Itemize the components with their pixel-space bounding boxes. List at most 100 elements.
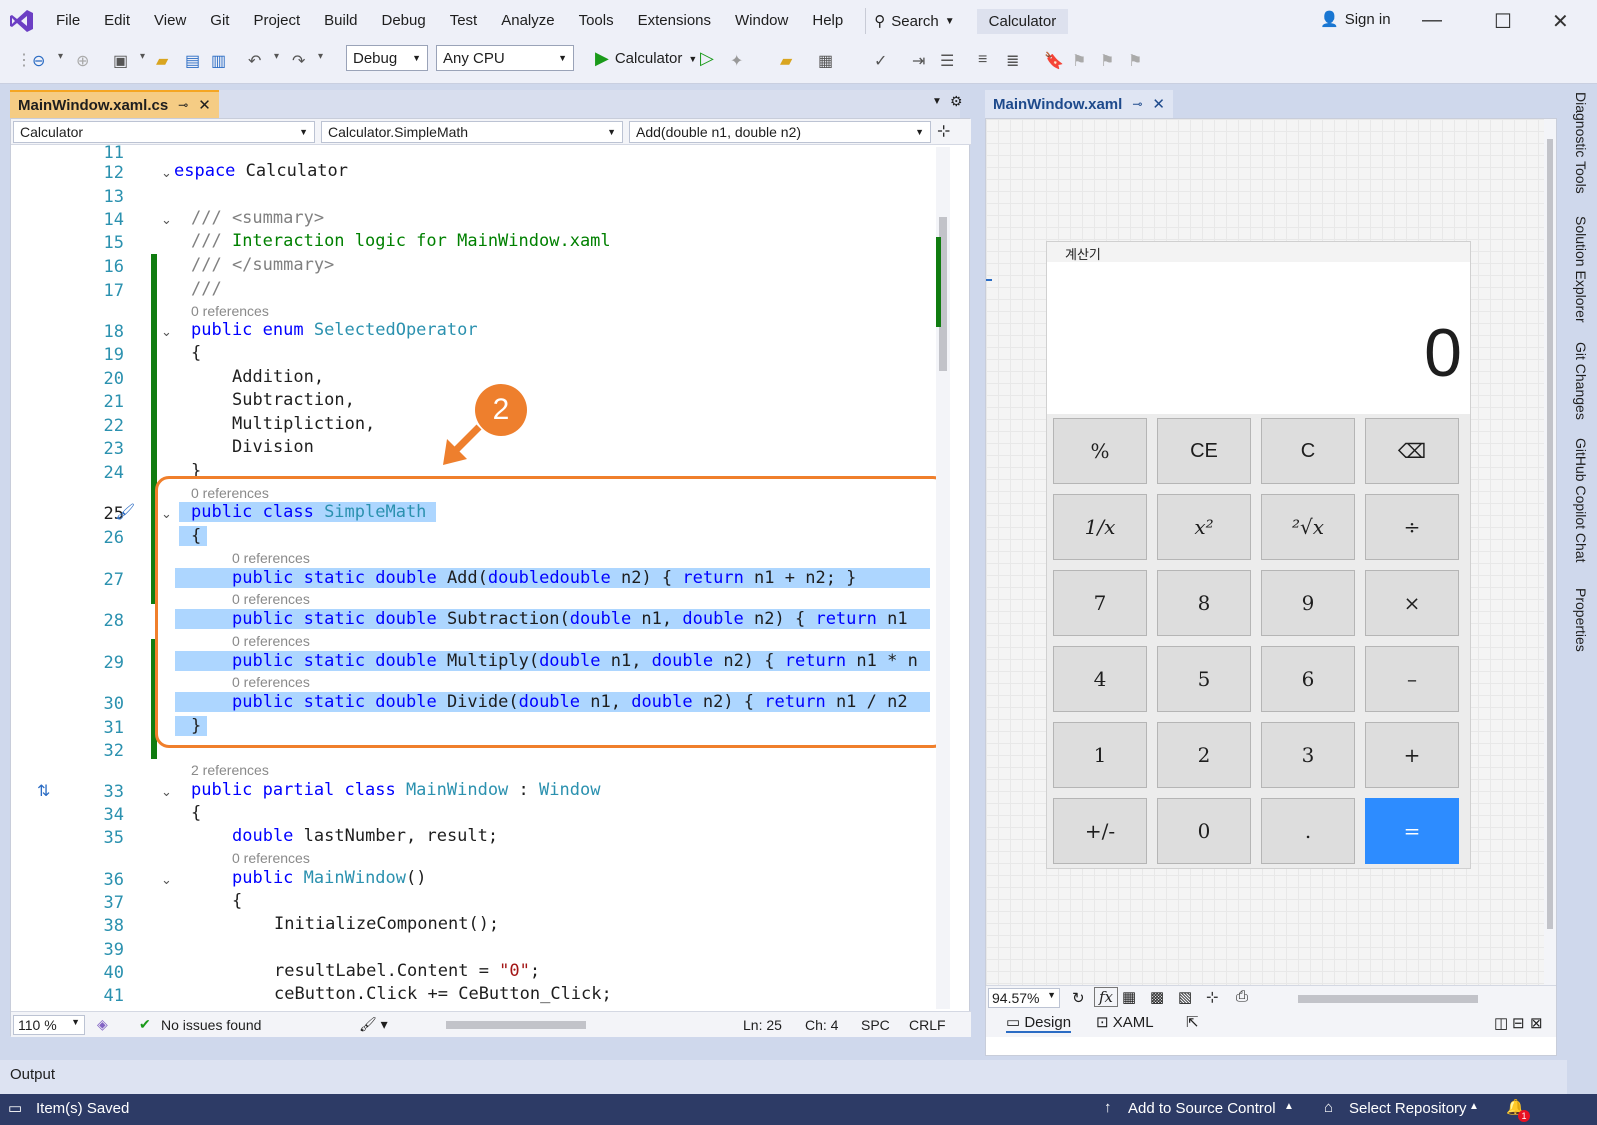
pin-icon[interactable]: ⊸: [178, 98, 188, 112]
scrollbar-thumb[interactable]: [1298, 995, 1478, 1003]
scrollbar-thumb[interactable]: [446, 1021, 586, 1029]
hot-reload-icon[interactable]: ✦: [730, 51, 743, 71]
menu-project[interactable]: Project: [241, 0, 312, 42]
split-vertical-icon[interactable]: ◫: [1494, 1014, 1508, 1032]
decimal-button[interactable]: .: [1261, 798, 1355, 864]
digit-6-button[interactable]: 6: [1261, 646, 1355, 712]
multiply-button[interactable]: ×: [1365, 570, 1459, 636]
reciprocal-button[interactable]: 1/x: [1053, 494, 1147, 560]
fold-icon[interactable]: ⌄: [161, 872, 172, 888]
tab-design[interactable]: ▭ Design: [1006, 1013, 1072, 1033]
square-root-button[interactable]: ²√x: [1261, 494, 1355, 560]
menu-window[interactable]: Window: [723, 0, 800, 42]
chevron-down-icon[interactable]: ▾: [140, 51, 145, 62]
rail-github-copilot-chat[interactable]: GitHub Copilot Chat: [1573, 438, 1589, 563]
start-debugging-button[interactable]: ▶ Calculator ▼: [595, 48, 697, 69]
save-all-icon[interactable]: ▥: [211, 51, 226, 71]
select-repository-button[interactable]: Select Repository: [1349, 1100, 1467, 1117]
implementation-icon[interactable]: ⇅: [37, 781, 50, 801]
visual-studio-logo-icon[interactable]: [0, 0, 44, 42]
output-tab[interactable]: Output: [10, 1066, 55, 1083]
fold-icon[interactable]: ⌄: [161, 165, 172, 181]
rail-properties[interactable]: Properties: [1573, 588, 1589, 652]
layout-icon[interactable]: ▦: [818, 51, 833, 71]
sign-in-button[interactable]: 👤 Sign in: [1320, 10, 1391, 29]
digit-4-button[interactable]: 4: [1053, 646, 1147, 712]
percent-button[interactable]: %: [1053, 418, 1147, 484]
refresh-icon[interactable]: ↻: [1072, 989, 1085, 1007]
negate-button[interactable]: +/-: [1053, 798, 1147, 864]
menu-tools[interactable]: Tools: [567, 0, 626, 42]
digit-1-button[interactable]: 1: [1053, 722, 1147, 788]
zoom-select[interactable]: 110 % ▼: [13, 1015, 85, 1035]
redo-icon[interactable]: ↷: [292, 51, 305, 71]
divide-button[interactable]: ÷: [1365, 494, 1459, 560]
chevron-down-icon[interactable]: ▾: [318, 51, 323, 62]
rail-solution-explorer[interactable]: Solution Explorer: [1573, 216, 1589, 323]
forward-icon[interactable]: ⊕: [76, 51, 89, 71]
codelens-references[interactable]: 0 references: [191, 303, 269, 319]
uncomment-icon[interactable]: ≣: [1006, 51, 1019, 71]
menu-edit[interactable]: Edit: [92, 0, 142, 42]
code-editor[interactable]: Calculator ▼ Calculator.SimpleMath ▼ Add…: [10, 118, 971, 1037]
designer-horizontal-scrollbar[interactable]: [1268, 994, 1518, 1004]
popout-icon[interactable]: ⇱: [1186, 1013, 1199, 1031]
spell-check-icon[interactable]: ✓: [874, 51, 887, 71]
close-icon[interactable]: ✕: [1552, 9, 1569, 34]
menu-debug[interactable]: Debug: [370, 0, 438, 42]
bookmark-prev-icon[interactable]: ⚑: [1072, 51, 1086, 71]
minimize-icon[interactable]: —: [1422, 9, 1442, 32]
chevron-down-icon[interactable]: ▾: [274, 51, 279, 62]
close-icon[interactable]: ✕: [198, 96, 211, 114]
gear-icon[interactable]: ⚙: [950, 93, 963, 110]
scrollbar-thumb[interactable]: [1547, 139, 1553, 929]
platform-select[interactable]: Any CPU ▼: [436, 45, 574, 71]
digit-5-button[interactable]: 5: [1157, 646, 1251, 712]
digit-7-button[interactable]: 7: [1053, 570, 1147, 636]
digit-9-button[interactable]: 9: [1261, 570, 1355, 636]
equals-button[interactable]: =: [1365, 798, 1459, 864]
project-dropdown[interactable]: Calculator ▼: [13, 121, 315, 143]
back-icon[interactable]: ⊖: [32, 51, 45, 71]
artboard-icon[interactable]: ▧: [1178, 988, 1192, 1006]
configuration-select[interactable]: Debug ▼: [346, 45, 428, 71]
grid-icon[interactable]: ▦: [1122, 988, 1136, 1006]
tab-xaml[interactable]: ⊡ XAML: [1096, 1013, 1154, 1031]
search-button[interactable]: ⚲ Search ▼: [865, 8, 962, 34]
device-icon[interactable]: ⎙: [1236, 988, 1248, 1005]
menu-file[interactable]: File: [44, 0, 92, 42]
snap-grid-icon[interactable]: ▩: [1150, 988, 1164, 1006]
bookmark-icon[interactable]: 🔖: [1044, 51, 1064, 71]
tab-mainwindow-xaml-cs[interactable]: MainWindow.xaml.cs ⊸ ✕: [10, 90, 219, 118]
subtract-button[interactable]: –: [1365, 646, 1459, 712]
member-dropdown[interactable]: Add(double n1, double n2) ▼: [629, 121, 931, 143]
ce-button[interactable]: CE: [1157, 418, 1251, 484]
rail-git-changes[interactable]: Git Changes: [1573, 342, 1589, 420]
fold-icon[interactable]: ⌄: [161, 784, 172, 800]
folder-icon[interactable]: ▰: [780, 51, 792, 71]
rail-diagnostic-tools[interactable]: Diagnostic Tools: [1573, 92, 1589, 194]
pin-icon[interactable]: ⊸: [1132, 97, 1142, 111]
clear-button[interactable]: C: [1261, 418, 1355, 484]
chevron-down-icon[interactable]: ▾: [58, 51, 63, 62]
maximize-icon[interactable]: ☐: [1494, 9, 1512, 34]
add-to-source-control-button[interactable]: Add to Source Control: [1128, 1100, 1276, 1117]
code-cleanup-icon[interactable]: 🖌 ▾: [359, 1016, 388, 1033]
backspace-button[interactable]: ⌫: [1365, 418, 1459, 484]
intellicode-icon[interactable]: ◈: [97, 1016, 108, 1033]
split-horizontal-icon[interactable]: ⊟: [1512, 1014, 1525, 1032]
digit-0-button[interactable]: 0: [1157, 798, 1251, 864]
tab-list-icon[interactable]: ▼: [932, 96, 942, 107]
digit-8-button[interactable]: 8: [1157, 570, 1251, 636]
line-ending-indicator[interactable]: CRLF: [909, 1017, 946, 1033]
comment-icon[interactable]: ≡: [978, 51, 987, 69]
horizontal-scrollbar[interactable]: [426, 1020, 716, 1030]
xaml-designer[interactable]: 계산기 0 % CE C ⌫ 1/x x² ²√x ÷ 7 8 9 × 4 5 …: [985, 118, 1557, 1056]
calculator-window[interactable]: 계산기 0 % CE C ⌫ 1/x x² ²√x ÷ 7 8 9 × 4 5 …: [1046, 241, 1471, 869]
effects-icon[interactable]: fx: [1094, 987, 1119, 1007]
step-icon[interactable]: ⇥: [912, 51, 925, 71]
collapse-pane-icon[interactable]: ⊠: [1530, 1014, 1543, 1032]
close-icon[interactable]: ✕: [1152, 95, 1165, 113]
bookmark-clear-icon[interactable]: ⚑: [1128, 51, 1142, 71]
fold-icon[interactable]: ⌄: [161, 324, 172, 340]
